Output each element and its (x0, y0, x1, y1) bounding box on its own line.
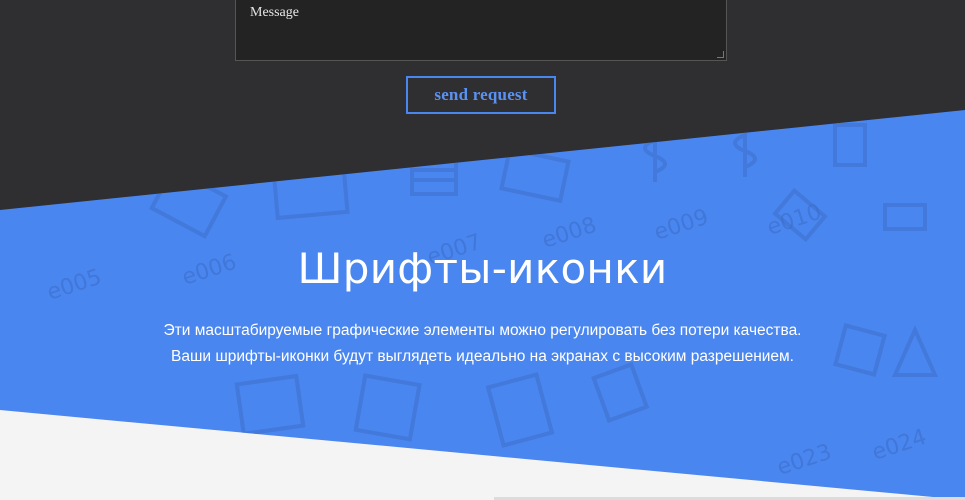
section-description-line-2: Ваши шрифты-иконки будут выглядеть идеал… (170, 348, 794, 365)
section-description-line-1: Эти масштабируемые графические элементы … (163, 322, 802, 339)
page: send request (0, 0, 965, 500)
section-title: Шрифты-иконки (297, 244, 668, 293)
